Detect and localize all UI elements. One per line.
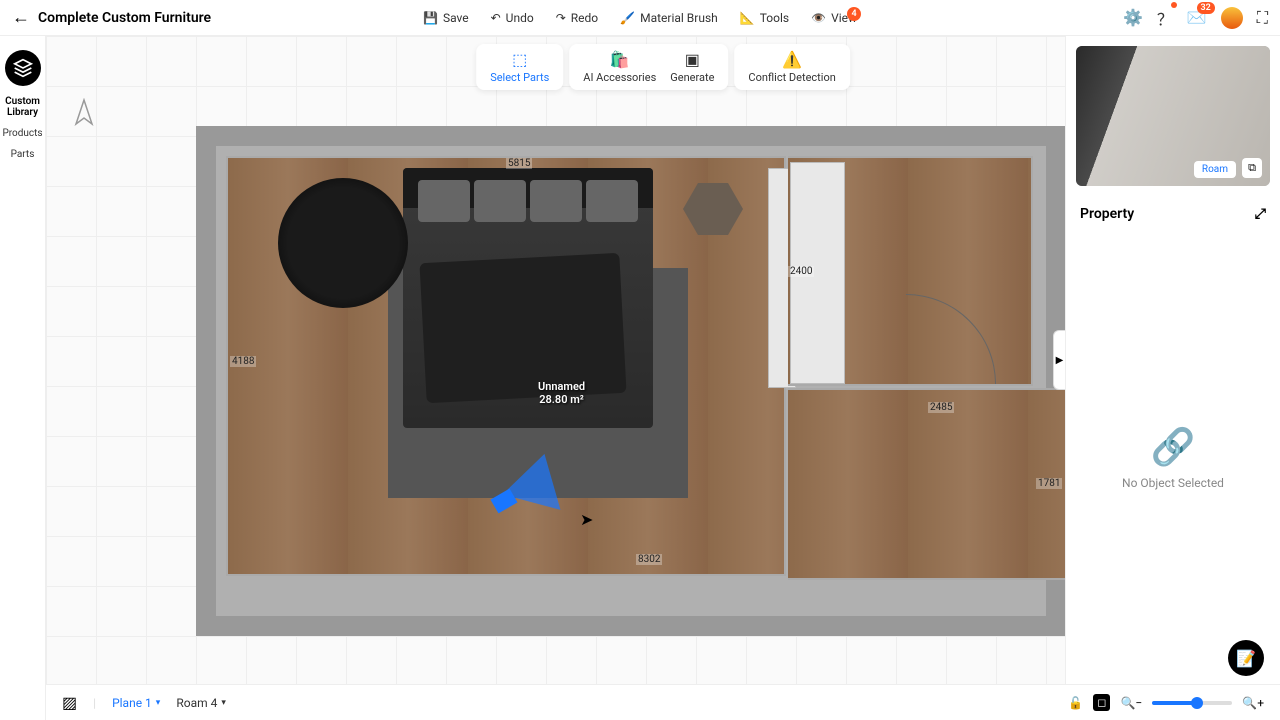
brush-icon: 🖌️ bbox=[620, 11, 635, 25]
ai-accessories-button[interactable]: 🛍️AI Accessories bbox=[583, 50, 656, 84]
side-table[interactable] bbox=[683, 183, 743, 235]
sidebar-item-products[interactable]: Products bbox=[2, 128, 42, 139]
ruler-icon: 📐 bbox=[740, 11, 755, 25]
warning-icon: ⚠️ bbox=[782, 50, 802, 69]
redo-icon: ↷ bbox=[556, 11, 566, 25]
chevron-down-icon: ▾ bbox=[221, 698, 226, 708]
conflict-detection-button[interactable]: ⚠️Conflict Detection bbox=[748, 50, 835, 84]
expand-icon[interactable]: ⤢ bbox=[1255, 206, 1266, 222]
dim-left: 4188 bbox=[230, 356, 256, 367]
dim-top: 5815 bbox=[506, 158, 532, 169]
tab-roam[interactable]: Roam 4▾ bbox=[176, 696, 226, 710]
zoom-out-icon[interactable]: 🔍− bbox=[1120, 696, 1142, 710]
roam-button[interactable]: Roam bbox=[1194, 161, 1236, 178]
app-header: ← Complete Custom Furniture 💾Save ↶Undo … bbox=[0, 0, 1280, 36]
settings-icon[interactable]: ⚙️ bbox=[1123, 8, 1143, 27]
empty-icon: 🔗 bbox=[1151, 426, 1196, 468]
popout-icon[interactable]: ⧉ bbox=[1242, 158, 1262, 178]
redo-button[interactable]: ↷Redo bbox=[556, 11, 598, 25]
blanket bbox=[419, 253, 626, 403]
camera-marker[interactable] bbox=[493, 453, 573, 513]
room-label: Unnamed28.80 m² bbox=[538, 380, 585, 406]
messages-icon[interactable]: ✉️32 bbox=[1187, 8, 1207, 27]
right-panel-collapse-handle[interactable]: ▶ bbox=[1053, 330, 1065, 390]
undo-button[interactable]: ↶Undo bbox=[491, 11, 534, 25]
select-parts-button[interactable]: ⬚Select Parts bbox=[490, 50, 549, 84]
fullscreen-icon[interactable]: ⛶ bbox=[1257, 8, 1268, 28]
lock-icon[interactable]: 🔓 bbox=[1068, 696, 1083, 710]
round-table[interactable] bbox=[278, 178, 408, 308]
undo-icon: ↶ bbox=[491, 11, 501, 25]
header-toolbar: 💾Save ↶Undo ↷Redo 🖌️Material Brush 📐Tool… bbox=[423, 11, 857, 25]
sparkle-icon: 🛍️ bbox=[610, 50, 630, 69]
help-icon[interactable]: ？ bbox=[1157, 6, 1173, 30]
back-arrow-icon[interactable]: ← bbox=[12, 7, 30, 28]
material-brush-button[interactable]: 🖌️Material Brush bbox=[620, 11, 718, 25]
help-dot bbox=[1171, 2, 1177, 8]
sidebar-item-parts[interactable]: Parts bbox=[11, 149, 35, 160]
save-button[interactable]: 💾Save bbox=[423, 11, 469, 25]
tools-button[interactable]: 📐Tools bbox=[740, 11, 789, 25]
chat-fab[interactable]: 📝 bbox=[1228, 640, 1264, 676]
library-logo-icon[interactable] bbox=[5, 50, 41, 86]
generate-icon: ▣ bbox=[685, 50, 700, 69]
header-right: ⚙️ ？ ✉️32 ⛶ bbox=[1123, 6, 1268, 30]
bottom-right-controls: 🔓 ◻ 🔍− 🔍+ bbox=[1068, 694, 1264, 711]
canvas-toolbar: ⬚Select Parts 🛍️AI Accessories ▣Generate… bbox=[476, 44, 850, 90]
floor-main[interactable]: Unnamed28.80 m² bbox=[226, 156, 786, 576]
view-button[interactable]: 👁️View4 bbox=[811, 11, 857, 25]
view-badge: 4 bbox=[847, 7, 861, 21]
zoom-slider[interactable] bbox=[1152, 701, 1232, 705]
generate-button[interactable]: ▣Generate bbox=[670, 50, 714, 84]
pillows bbox=[418, 180, 638, 222]
layers-icon[interactable]: ▨ bbox=[62, 693, 77, 712]
zoom-in-icon[interactable]: 🔍+ bbox=[1242, 696, 1264, 710]
dim-bottom: 8302 bbox=[636, 554, 662, 565]
pill-ai: 🛍️AI Accessories ▣Generate bbox=[569, 44, 728, 90]
save-icon: 💾 bbox=[423, 11, 438, 25]
cursor-icon: ⬚ bbox=[512, 50, 527, 69]
eye-icon: 👁️ bbox=[811, 11, 826, 25]
right-panel: Roam ⧉ Property ⤢ 🔗 No Object Selected bbox=[1065, 36, 1280, 684]
compass-icon bbox=[72, 98, 96, 132]
property-header: Property ⤢ bbox=[1066, 196, 1280, 232]
avatar[interactable] bbox=[1221, 7, 1243, 29]
pill-select: ⬚Select Parts bbox=[476, 44, 563, 90]
preview-3d[interactable]: Roam ⧉ bbox=[1076, 46, 1270, 186]
empty-state: 🔗 No Object Selected bbox=[1066, 232, 1280, 684]
preview-scene bbox=[1076, 46, 1270, 186]
room-outer-wall: Unnamed28.80 m² 5815 4188 2400 2485 8302… bbox=[196, 126, 1066, 636]
left-sidebar: CustomLibrary Products Parts bbox=[0, 36, 46, 720]
chevron-down-icon: ▾ bbox=[156, 698, 161, 708]
dim-far-right: 1781 bbox=[1036, 478, 1062, 489]
dim-right-lower: 2485 bbox=[928, 402, 954, 413]
bottom-bar: ▨ | Plane 1▾ Roam 4▾ 🔓 ◻ 🔍− 🔍+ bbox=[46, 684, 1280, 720]
pill-conflict: ⚠️Conflict Detection bbox=[734, 44, 849, 90]
property-title: Property bbox=[1080, 206, 1134, 222]
dim-right-upper: 2400 bbox=[788, 266, 814, 277]
fit-icon[interactable]: ◻ bbox=[1093, 694, 1110, 711]
page-title: Complete Custom Furniture bbox=[38, 10, 211, 26]
empty-label: No Object Selected bbox=[1122, 476, 1224, 490]
library-label: CustomLibrary bbox=[5, 96, 40, 118]
tab-plane[interactable]: Plane 1▾ bbox=[112, 696, 160, 710]
messages-badge: 32 bbox=[1197, 2, 1215, 14]
room-inner: Unnamed28.80 m² 5815 4188 2400 2485 8302… bbox=[216, 146, 1046, 616]
